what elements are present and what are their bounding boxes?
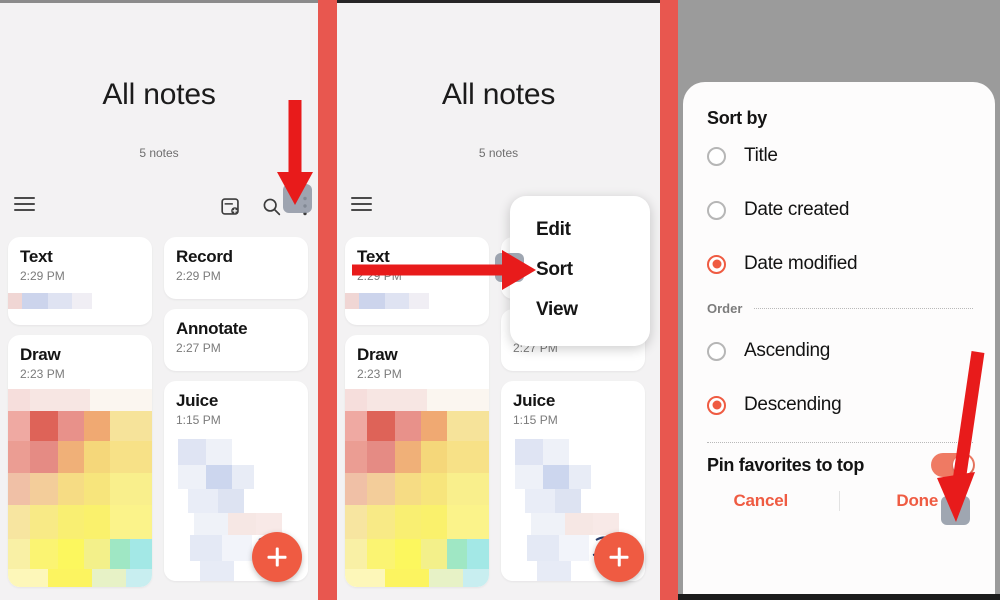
note-title: Draw (20, 345, 61, 364)
radio-icon-selected (707, 254, 726, 274)
note-title: Text (20, 247, 53, 266)
order-section-label: Order (707, 301, 743, 316)
add-note-icon (221, 197, 239, 215)
note-time: 1:15 PM (176, 413, 221, 427)
panel-divider (660, 0, 678, 600)
note-time: 2:29 PM (176, 269, 221, 283)
note-thumbnail (345, 293, 429, 309)
note-time: 2:29 PM (357, 269, 402, 283)
add-fab-button[interactable] (594, 532, 644, 582)
search-button[interactable] (261, 196, 282, 217)
note-title: Juice (176, 391, 218, 410)
note-title: Juice (513, 391, 555, 410)
panel-divider (318, 0, 337, 600)
touch-indicator (495, 253, 524, 282)
overflow-popup-menu: Edit Sort View (510, 196, 650, 346)
status-bar-line (337, 0, 660, 3)
add-fab-button[interactable] (252, 532, 302, 582)
menu-item-sort[interactable]: Sort (510, 250, 650, 290)
note-thumbnail (8, 389, 152, 587)
search-icon (263, 198, 281, 215)
page-title: All notes (441, 78, 556, 111)
sort-option-date-modified[interactable]: Date modified (683, 237, 995, 291)
note-thumbnail (8, 293, 92, 309)
pin-favorites-label: Pin favorites to top (707, 454, 865, 475)
note-time: 2:23 PM (357, 367, 402, 381)
note-time: 2:27 PM (176, 341, 221, 355)
note-count-label: 5 notes (139, 146, 179, 160)
menu-item-edit[interactable]: Edit (510, 210, 650, 250)
note-title: Draw (357, 345, 398, 364)
sort-option-label: Date modified (744, 253, 858, 274)
touch-indicator (283, 184, 312, 213)
panel-overflow-menu-open: All notes 5 notes Text 2:29 PM Draw 2:23… (337, 0, 660, 600)
toolbar (0, 193, 318, 229)
note-title: Record (176, 247, 233, 266)
hamburger-menu-icon (351, 197, 372, 212)
dialog-title: Sort by (707, 108, 767, 128)
panel-notes-list: All notes 5 notes Text 2:29 PM Draw 2:23… (0, 0, 318, 600)
note-time: 2:23 PM (20, 367, 65, 381)
done-button[interactable]: Done (840, 491, 996, 511)
hamburger-menu-icon (14, 197, 35, 212)
radio-icon (707, 341, 726, 361)
note-time: 2:29 PM (20, 269, 65, 283)
navigation-bar (678, 594, 1000, 600)
status-bar-line (0, 0, 318, 3)
page-title: All notes (102, 78, 216, 111)
note-card[interactable]: Text 2:29 PM (8, 237, 152, 325)
order-option-label: Ascending (744, 340, 831, 361)
note-time: 1:15 PM (513, 413, 558, 427)
sort-option-title[interactable]: Title (683, 129, 995, 183)
order-option-descending[interactable]: Descending (683, 378, 995, 432)
note-card[interactable]: Draw 2:23 PM (345, 335, 489, 587)
note-card[interactable]: Record 2:29 PM (164, 237, 308, 299)
pin-favorites-switch[interactable] (931, 453, 975, 477)
pin-favorites-row[interactable]: Pin favorites to top (683, 445, 995, 477)
note-card[interactable]: Annotate 2:27 PM (164, 309, 308, 371)
hamburger-menu-button[interactable] (14, 197, 35, 212)
radio-icon-selected (707, 395, 726, 415)
radio-icon (707, 146, 726, 166)
order-option-ascending[interactable]: Ascending (683, 324, 995, 378)
menu-item-view[interactable]: View (510, 290, 650, 330)
note-count-label: 5 notes (478, 146, 519, 160)
add-note-button[interactable] (220, 196, 241, 217)
sort-option-label: Date created (744, 199, 850, 220)
hamburger-menu-button[interactable] (351, 197, 372, 212)
notes-grid: Text 2:29 PM Draw 2:23 PM (0, 237, 318, 600)
note-title: Text (357, 247, 390, 266)
sort-option-date-created[interactable]: Date created (683, 183, 995, 237)
notes-column-left: Text 2:29 PM Draw 2:23 PM (345, 237, 489, 597)
order-option-label: Descending (744, 394, 842, 415)
screenshot-root: All notes 5 notes Text 2:29 PM Draw 2:23… (0, 0, 1000, 600)
note-thumbnail (345, 389, 489, 587)
notes-column-left: Text 2:29 PM Draw 2:23 PM (8, 237, 152, 597)
pin-section-divider (707, 442, 973, 443)
note-card[interactable]: Draw 2:23 PM (8, 335, 152, 587)
note-card[interactable]: Text 2:29 PM (345, 237, 489, 325)
sort-option-label: Title (744, 145, 778, 166)
section-divider (754, 308, 973, 309)
switch-knob (953, 455, 973, 475)
cancel-button[interactable]: Cancel (683, 491, 839, 511)
order-section-header: Order (683, 291, 995, 324)
note-title: Annotate (176, 319, 248, 338)
radio-icon (707, 200, 726, 220)
touch-indicator (941, 496, 970, 525)
